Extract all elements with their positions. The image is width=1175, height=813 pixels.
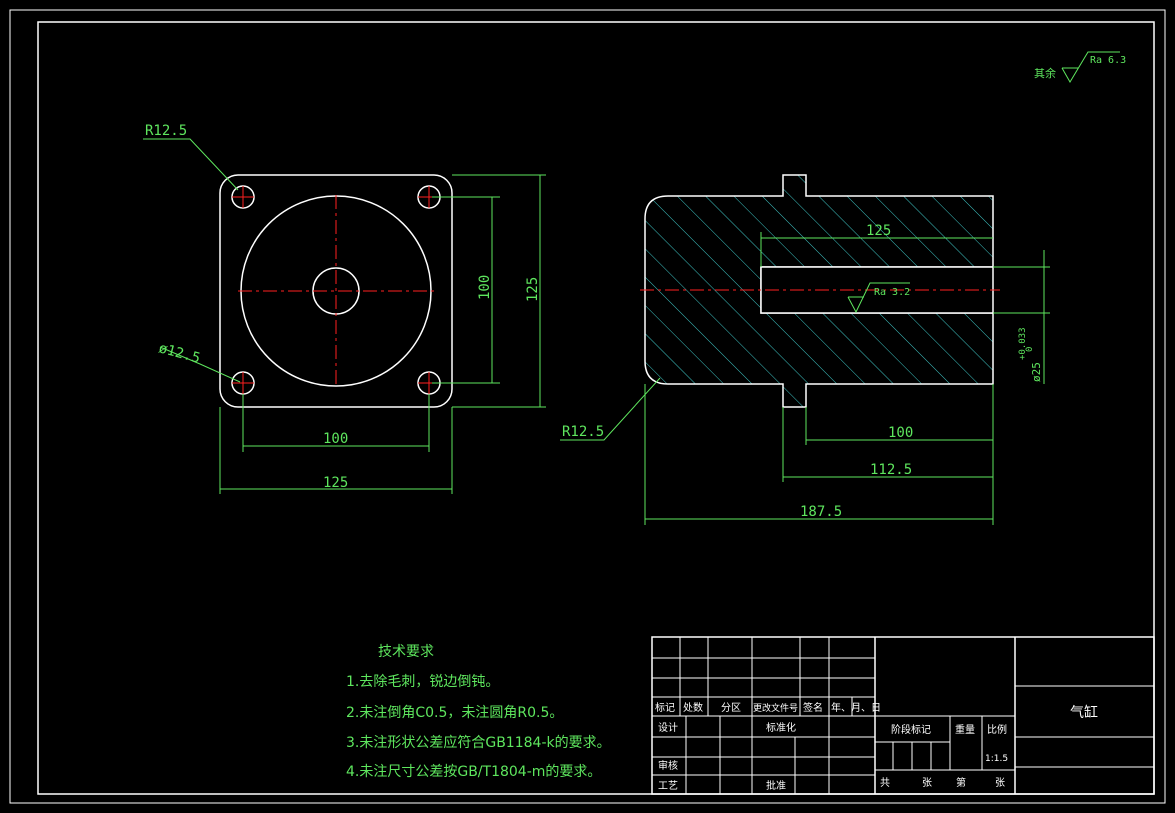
- inner-frame: [37, 21, 1155, 795]
- front-dim-125-v: 125: [525, 277, 541, 302]
- roughness-prefix: 其余: [1034, 66, 1056, 80]
- tb-count: 处数: [683, 701, 703, 714]
- note-item: 3.未注形状公差应符合GB1184-k的要求。: [346, 734, 611, 751]
- section-bore-dia: ø25: [1030, 362, 1043, 382]
- front-corner-radius: R12.5: [145, 123, 187, 139]
- tb-total: 共: [880, 777, 890, 789]
- section-dim-100: 100: [888, 425, 913, 441]
- front-view: R12.5 ø12.5 100 125 100 125: [143, 123, 546, 494]
- bore-roughness: Ra 3.2: [874, 287, 910, 298]
- section-bore-tol: +0.033: [1018, 327, 1028, 360]
- tb-process: 工艺: [658, 780, 678, 792]
- tb-change-doc: 更改文件号: [753, 702, 798, 714]
- section-dim-total: 187.5: [800, 504, 842, 520]
- tb-scale: 比例: [987, 723, 1007, 736]
- tb-sheet2: 张: [995, 777, 1005, 789]
- section-view: 125 Ra 3.2 ø25 +0.033 0 R12.5 100 112.5 …: [560, 174, 1050, 525]
- note-item: 4.未注尺寸公差按GB/T1804-m的要求。: [346, 764, 601, 780]
- tb-design: 设计: [658, 721, 678, 734]
- front-hole-dia: ø12.5: [157, 340, 202, 366]
- title-block-text: 标记 处数 分区 更改文件号 签名 年、月、日 设计 标准化 审核 工艺 批准 …: [655, 701, 1098, 792]
- front-dim-100-h: 100: [323, 431, 348, 447]
- tb-zone: 分区: [721, 702, 741, 714]
- section-bore-depth: 125: [866, 223, 891, 239]
- tb-standardize: 标准化: [766, 721, 796, 734]
- tb-weight: 重量: [955, 723, 975, 736]
- roughness-general: 其余 Ra 6.3: [1034, 51, 1126, 83]
- tb-date: 年、月、日: [831, 701, 881, 714]
- section-bore-tol-low: 0: [1025, 347, 1035, 352]
- tb-scale-value: 1:1.5: [985, 754, 1008, 764]
- front-dim-100-v: 100: [477, 275, 493, 300]
- part-name: 气缸: [1070, 704, 1098, 721]
- notes-title: 技术要求: [378, 644, 434, 660]
- section-dim-112: 112.5: [870, 462, 912, 478]
- tb-number: 第: [956, 776, 966, 789]
- section-corner-radius: R12.5: [562, 424, 604, 440]
- note-item: 2.未注倒角C0.5，未注圆角R0.5。: [346, 705, 563, 721]
- drawing-sheet: 其余 Ra 6.3 R12.5 ø12.5 100 125 100 125 12…: [9, 9, 1166, 804]
- tb-signature: 签名: [803, 701, 823, 714]
- tb-sheet: 张: [922, 777, 932, 789]
- tb-approve: 批准: [766, 779, 786, 792]
- note-item: 1.去除毛刺，锐边倒钝。: [346, 674, 499, 690]
- roughness-value: Ra 6.3: [1090, 55, 1126, 66]
- technical-notes: 技术要求 1.去除毛刺，锐边倒钝。 2.未注倒角C0.5，未注圆角R0.5。 3…: [346, 644, 611, 780]
- tb-stage-mark: 阶段标记: [891, 723, 931, 736]
- front-dim-125-h: 125: [323, 475, 348, 491]
- tb-mark: 标记: [655, 702, 675, 714]
- tb-check: 审核: [658, 759, 678, 772]
